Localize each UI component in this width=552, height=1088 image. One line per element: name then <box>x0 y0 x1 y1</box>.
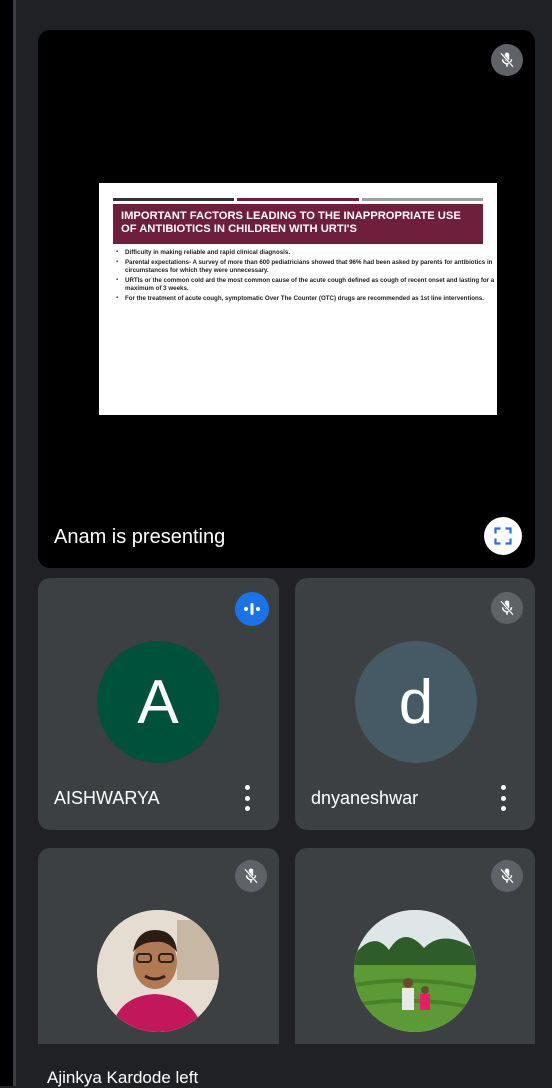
speaking-icon <box>235 592 269 626</box>
shared-slide: IMPORTANT FACTORS LEADING TO THE INAPPRO… <box>99 183 497 415</box>
mic-off-icon <box>491 44 523 76</box>
participant-name: AISHWARYA <box>54 788 160 808</box>
slide-title: IMPORTANT FACTORS LEADING TO THE INAPPRO… <box>113 204 483 244</box>
avatar: A <box>97 641 219 763</box>
slide-bullet: Parental expectations- A survey of more … <box>116 259 495 274</box>
participant-tile-aishwarya[interactable]: A AISHWARYA <box>38 578 279 830</box>
avatar: d <box>355 641 477 763</box>
slide-bullet: URTIs or the common cold ard the most co… <box>116 277 495 292</box>
avatar-photo <box>97 910 219 1032</box>
avatar-photo <box>354 910 476 1032</box>
mic-off-icon <box>235 860 267 892</box>
participant-tile-photo-man[interactable] <box>38 848 279 1068</box>
slide-bullet: For the treatment of acute cough, sympto… <box>116 295 495 303</box>
mic-off-icon <box>491 592 523 624</box>
participant-tile-dnyaneshwar[interactable]: d dnyaneshwar <box>295 578 535 830</box>
mic-off-icon <box>491 860 523 892</box>
notification-toast: Ajinkya Kardode left <box>47 1068 199 1087</box>
slide-bullet: Difficulty in making reliable and rapid … <box>116 249 495 257</box>
presenting-label: Anam is presenting <box>54 526 226 548</box>
more-vert-icon[interactable] <box>499 785 507 811</box>
left-edge <box>0 0 13 1086</box>
left-edge-divider <box>13 0 16 1086</box>
slide-top-bars <box>113 198 483 201</box>
slide-bullets: Difficulty in making reliable and rapid … <box>113 249 495 305</box>
participant-name: dnyaneshwar <box>311 788 419 808</box>
more-vert-icon[interactable] <box>243 785 251 811</box>
fullscreen-icon[interactable] <box>484 517 522 555</box>
participant-tile-photo-garden[interactable] <box>295 848 535 1068</box>
